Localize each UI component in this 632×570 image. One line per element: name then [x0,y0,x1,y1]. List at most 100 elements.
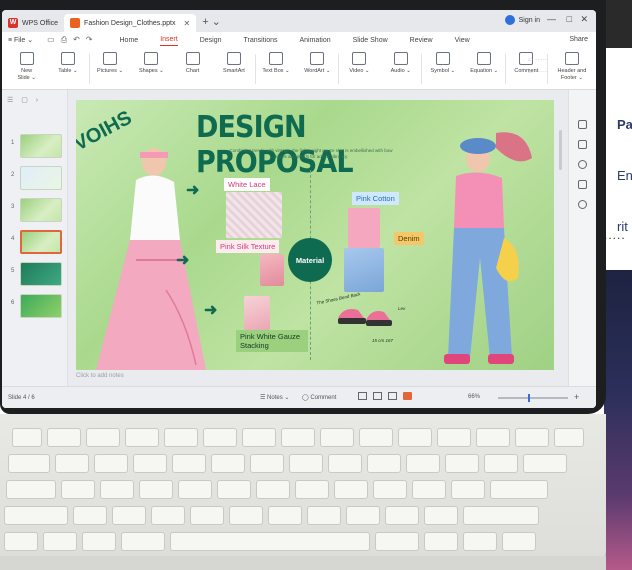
slide-thumbnail[interactable]: 1 [2,134,68,158]
tab-review[interactable]: Review [410,35,433,46]
label-pink-gauze[interactable]: Pink White Gauze Stacking [236,330,308,352]
tab-slide-show[interactable]: Slide Show [353,35,388,46]
slide-title[interactable]: DESIGN PROPOSAL [196,110,403,180]
ribbon-label: WordArt ⌄ [304,68,331,74]
slide-thumbnail[interactable]: 6 [2,294,68,318]
menu-bar: ≡ File ⌄ ▭ ⎙ ↶ ↷ Home Insert Design Tran… [2,32,596,48]
wps-logo-icon: W [8,18,18,28]
zoom-in-icon[interactable]: + [574,392,579,402]
text-box-button[interactable]: Text Box ⌄ [261,52,290,75]
key [295,480,329,499]
key [328,454,362,473]
file-menu[interactable]: ≡ File ⌄ [8,36,33,44]
video-button[interactable]: Video ⌄ [345,52,374,75]
symbol-button[interactable]: Symbol ⌄ [428,52,457,75]
normal-view-icon[interactable] [358,392,367,400]
notes-toggle[interactable]: ☰ Notes ⌄ [260,394,289,401]
vertical-scrollbar[interactable] [559,130,562,170]
smartart-button[interactable]: SmartArt [219,52,248,75]
share-button[interactable]: Share [569,36,588,43]
undo-icon[interactable]: ↶ [73,35,80,45]
tab-home[interactable]: Home [120,35,139,46]
photo-stage: Pa En rit la co es ..... W WPS Office Fa… [0,0,632,570]
slide-number: 5 [11,268,15,274]
audio-button[interactable]: Audio ⌄ [386,52,415,75]
key [139,480,173,499]
slide-thumbnail[interactable]: 5 [2,262,68,286]
slide-thumbnail[interactable]: 3 [2,198,68,222]
key [437,428,471,447]
zoom-level[interactable]: 66% [468,394,480,400]
label-pink-cotton[interactable]: Pink Cotton [352,192,399,205]
equation-button[interactable]: Equation ⌄ [470,52,499,75]
close-tab-icon[interactable]: ✕ [184,19,191,28]
chart-button[interactable]: Chart [178,52,207,75]
zoom-slider[interactable] [498,397,568,399]
new-slide-icon [19,52,34,65]
ribbon-label: Symbol ⌄ [430,68,456,74]
material-circle[interactable]: Material [288,238,332,282]
tab-animation[interactable]: Animation [299,35,330,46]
key [320,428,354,447]
insert-ribbon: New Slide ⌄ Table ⌄ Pictures ⌄ Shapes ⌄ … [2,48,596,90]
redo-icon[interactable]: ↷ [86,35,93,45]
key [406,454,440,473]
tab-transitions[interactable]: Transitions [244,35,278,46]
comment-toggle[interactable]: ◯ Comment [302,394,336,401]
print-icon[interactable]: ⎙ [61,35,67,45]
spacebar-key [170,532,370,551]
tab-wps-office[interactable]: W WPS Office [2,14,64,32]
slide-editing-area: VOIHS DESIGN PROPOSAL Combining trends w… [68,90,568,386]
properties-icon[interactable] [578,120,587,129]
notes-placeholder[interactable]: Click to add notes [76,373,124,379]
sign-in-button[interactable]: Sign in [504,15,540,25]
key [125,428,159,447]
label-white-lace[interactable]: White Lace [224,178,270,191]
key [256,480,290,499]
tab-insert[interactable]: Insert [160,34,178,46]
tab-label: Fashion Design_Clothes.pptx [84,19,176,27]
close-window-icon[interactable]: ✕ [580,14,588,25]
key [4,532,38,551]
key [112,506,146,525]
table-button[interactable]: Table ⌄ [53,52,82,75]
adjust-icon[interactable] [578,180,587,189]
ribbon-label: Table ⌄ [58,68,78,74]
new-slide-button[interactable]: New Slide ⌄ [12,52,41,82]
slideshow-play-icon[interactable] [403,392,412,400]
panel-view-icons[interactable]: ☰ ▢ › [7,96,41,104]
key [151,506,185,525]
smartart-icon [226,52,241,65]
key [307,506,341,525]
key [190,506,224,525]
label-pink-silk[interactable]: Pink Silk Texture [216,240,280,253]
key [523,454,567,473]
current-slide[interactable]: VOIHS DESIGN PROPOSAL Combining trends w… [76,100,554,370]
pink-cotton-swatch [348,208,380,248]
wordart-button[interactable]: WordArt ⌄ [303,52,332,75]
maximize-icon[interactable]: □ [567,14,572,24]
save-icon[interactable]: ▭ [47,35,55,45]
zoom-slider-handle[interactable] [528,394,530,402]
key [133,454,167,473]
tab-document[interactable]: Fashion Design_Clothes.pptx ✕ [64,14,197,32]
pictures-button[interactable]: Pictures ⌄ [95,52,124,75]
shapes-button[interactable]: Shapes ⌄ [137,52,166,75]
status-bar: Slide 4 / 6 ☰ Notes ⌄ ◯ Comment 66% + [2,386,596,408]
slide-thumbnail[interactable]: 2 [2,166,68,190]
label-denim[interactable]: Denim [394,232,424,245]
comments-icon[interactable] [578,140,587,149]
slide-thumbnail-selected[interactable]: 4 [2,230,68,254]
slide-sorter-icon[interactable] [373,392,382,400]
settings-icon[interactable] [578,200,587,209]
key [229,506,263,525]
new-tab-icon[interactable]: + ⌄ [202,15,221,28]
slide-subtitle[interactable]: Combining trends with vintage, the light… [226,148,396,160]
minimize-icon[interactable]: — [547,14,556,24]
star-icon[interactable] [578,160,587,169]
reading-view-icon[interactable] [388,392,397,400]
key [476,428,510,447]
tab-view[interactable]: View [455,35,470,46]
tab-design[interactable]: Design [200,35,222,46]
key [43,532,77,551]
